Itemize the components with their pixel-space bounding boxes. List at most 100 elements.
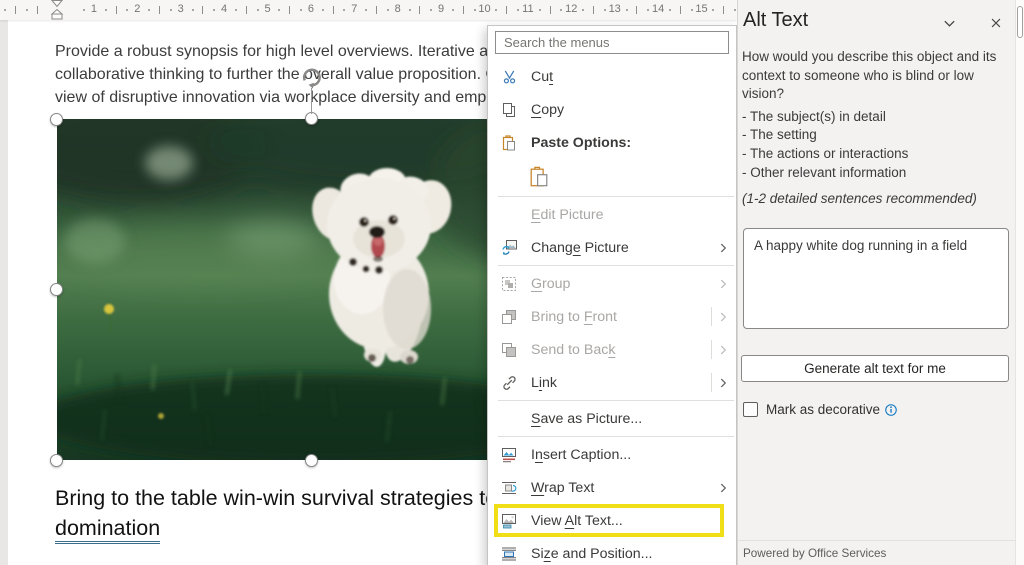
ruler-tick bbox=[723, 6, 724, 14]
collapse-pane-button[interactable] bbox=[938, 13, 960, 33]
ruler-tick bbox=[539, 9, 541, 11]
menu-item-link[interactable]: Link bbox=[488, 366, 736, 399]
ruler-tick bbox=[4, 9, 6, 11]
ruler-tick bbox=[26, 9, 28, 11]
ruler-tick bbox=[712, 9, 714, 11]
menu-item-group[interactable]: Group bbox=[488, 267, 736, 300]
arrow-divider bbox=[711, 307, 712, 326]
ruler-tick bbox=[148, 9, 150, 11]
menu-item-view-alt-text[interactable]: View Alt Text... bbox=[494, 504, 724, 537]
search-input[interactable] bbox=[495, 31, 729, 54]
bring-front-icon bbox=[498, 307, 520, 327]
ruler-tick bbox=[647, 9, 649, 11]
ruler-tick bbox=[365, 9, 367, 11]
size-position-icon bbox=[498, 544, 520, 564]
pane-description: How would you describe this object and i… bbox=[742, 48, 996, 182]
ruler-tick bbox=[83, 9, 85, 11]
ruler-tick bbox=[419, 6, 420, 14]
close-icon bbox=[989, 16, 1003, 30]
menu-item-size-and-position[interactable]: Size and Position... bbox=[488, 537, 736, 565]
selection-handle-bottom-middle[interactable] bbox=[305, 454, 318, 467]
ruler-tick bbox=[105, 9, 107, 11]
selection-handle-bottom-left[interactable] bbox=[50, 454, 63, 467]
menu-item-label: View Alt Text... bbox=[531, 513, 716, 529]
menu-item-bring-to-front[interactable]: Bring to Front bbox=[488, 300, 736, 333]
description-bullet: - The subject(s) in detail bbox=[742, 108, 996, 127]
send-back-icon bbox=[498, 340, 520, 360]
wrap-icon bbox=[498, 478, 520, 498]
description-line: context to someone who is blind or low bbox=[742, 67, 996, 86]
alt-text-icon bbox=[498, 511, 520, 531]
alt-text-input[interactable]: A happy white dog running in a field bbox=[743, 228, 1009, 329]
ruler-tick bbox=[116, 6, 117, 14]
ruler-tick bbox=[474, 9, 476, 11]
ruler-tick bbox=[37, 6, 38, 14]
selection-handle-middle-left[interactable] bbox=[50, 283, 63, 296]
ruler-tick bbox=[593, 6, 594, 14]
ruler-tick bbox=[246, 6, 247, 14]
menu-item-label: Insert Caption... bbox=[531, 447, 727, 463]
menu-item-label: Change Picture bbox=[531, 240, 720, 256]
description-line: How would you describe this object and i… bbox=[742, 48, 996, 67]
ruler-tick bbox=[126, 9, 128, 11]
scrollbar-thumb[interactable] bbox=[1017, 6, 1023, 38]
menu-item-insert-caption[interactable]: Insert Caption... bbox=[488, 438, 736, 471]
menu-item-wrap-text[interactable]: Wrap Text bbox=[488, 471, 736, 504]
ruler-tick bbox=[626, 9, 628, 11]
ruler-tick bbox=[376, 6, 377, 14]
menu-item-paste-keep-source[interactable] bbox=[488, 159, 736, 195]
ruler-tick bbox=[159, 6, 160, 14]
menu-item-send-to-back[interactable]: Send to Back bbox=[488, 333, 736, 366]
menu-item-label: Size and Position... bbox=[531, 546, 727, 562]
arrow-divider bbox=[711, 373, 712, 392]
ruler-tick bbox=[495, 9, 497, 11]
menu-item-copy[interactable]: Copy bbox=[488, 93, 736, 126]
menu-item-label: Save as Picture... bbox=[531, 411, 727, 427]
ruler-tick bbox=[202, 6, 203, 14]
menu-item-edit-picture[interactable]: Edit Picture bbox=[488, 198, 736, 231]
ruler-tick bbox=[170, 9, 172, 11]
ruler-number: 14 bbox=[652, 3, 664, 15]
menu-item-label: Paste Options: bbox=[531, 135, 727, 151]
menu-item-change-picture[interactable]: Change Picture bbox=[488, 231, 736, 264]
context-menu: Cut Copy Paste Options: Edit Picture Change … bbox=[487, 25, 737, 565]
ruler-number: 11 bbox=[522, 3, 533, 15]
chevron-down-icon bbox=[942, 16, 957, 31]
submenu-arrow-icon bbox=[720, 311, 727, 323]
generate-alt-text-button[interactable]: Generate alt text for me bbox=[741, 355, 1009, 382]
ruler-number: 5 bbox=[264, 3, 270, 15]
selection-handle-top-left[interactable] bbox=[50, 113, 63, 126]
menu-item-label: Copy bbox=[531, 102, 727, 118]
horizontal-ruler[interactable]: 123456789101112131415 bbox=[0, 0, 737, 20]
rotate-handle-icon[interactable] bbox=[298, 64, 325, 91]
info-icon[interactable] bbox=[884, 403, 898, 417]
menu-item-paste-options[interactable]: Paste Options: bbox=[488, 126, 736, 159]
mark-decorative-checkbox[interactable] bbox=[743, 402, 758, 417]
ruler-number: 12 bbox=[565, 3, 577, 15]
ruler-number: 3 bbox=[178, 3, 184, 15]
menu-item-label: Bring to Front bbox=[531, 309, 711, 325]
menu-item-save-as-picture[interactable]: Save as Picture... bbox=[488, 402, 736, 435]
ruler-number: 15 bbox=[695, 3, 707, 15]
indent-marker-icon[interactable] bbox=[48, 0, 66, 20]
submenu-arrow-icon bbox=[720, 344, 727, 356]
scrollbar[interactable] bbox=[1015, 0, 1024, 565]
ruler-tick bbox=[289, 6, 290, 14]
arrow-divider bbox=[711, 340, 712, 359]
menu-item-label: Link bbox=[531, 375, 711, 391]
ruler-tick bbox=[669, 9, 671, 11]
ruler-tick bbox=[257, 9, 259, 11]
ruler-tick bbox=[430, 9, 432, 11]
ruler-tick bbox=[278, 9, 280, 11]
word-window: 123456789101112131415 Provide a robust s… bbox=[0, 0, 1024, 565]
ruler-number: 6 bbox=[308, 3, 314, 15]
ruler-tick bbox=[517, 9, 519, 11]
ruler-number: 7 bbox=[351, 3, 357, 15]
close-pane-button[interactable] bbox=[985, 13, 1007, 33]
ruler-tick bbox=[300, 9, 302, 11]
menu-item-cut[interactable]: Cut bbox=[488, 60, 736, 93]
ruler-tick bbox=[734, 9, 736, 11]
menu-item-label: Cut bbox=[531, 69, 727, 85]
ruler-number: 8 bbox=[395, 3, 401, 15]
ruler-number: 1 bbox=[91, 3, 97, 15]
